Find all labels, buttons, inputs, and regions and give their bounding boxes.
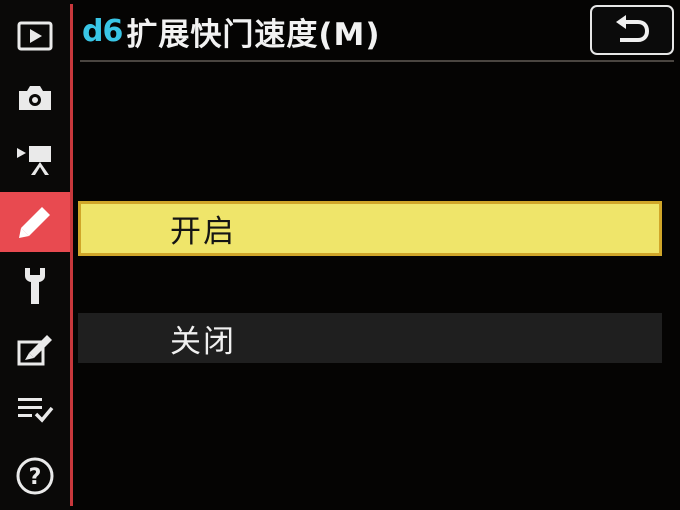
header-divider bbox=[80, 60, 674, 62]
camera-menu-screen: ? d6 扩展快门速度(M) 开启 关闭 bbox=[0, 0, 680, 510]
rail-item-retouch[interactable] bbox=[0, 320, 70, 380]
svg-text:?: ? bbox=[29, 465, 42, 490]
wrench-icon bbox=[25, 268, 45, 304]
menu-code: d6 bbox=[82, 13, 123, 49]
option-off[interactable]: 关闭 bbox=[78, 313, 662, 363]
menu-rail: ? bbox=[0, 0, 70, 510]
page-title: 扩展快门速度(M) bbox=[126, 16, 381, 53]
rail-item-playback[interactable] bbox=[0, 6, 70, 66]
rail-item-help[interactable]: ? bbox=[0, 446, 70, 506]
my-menu-icon bbox=[18, 398, 54, 423]
camera-icon bbox=[19, 86, 51, 110]
retouch-icon bbox=[17, 335, 52, 366]
back-button[interactable] bbox=[590, 5, 674, 55]
help-icon: ? bbox=[16, 457, 54, 495]
rail-item-setup[interactable] bbox=[0, 256, 70, 316]
rail-item-movie-shooting[interactable] bbox=[0, 130, 70, 190]
menu-header: d6 扩展快门速度(M) bbox=[82, 6, 582, 56]
movie-camera-icon bbox=[17, 146, 51, 175]
option-on[interactable]: 开启 bbox=[78, 201, 662, 256]
playback-icon bbox=[17, 21, 53, 51]
rail-item-my-menu[interactable] bbox=[0, 380, 70, 440]
rail-item-custom-settings[interactable] bbox=[0, 192, 70, 252]
pencil-icon bbox=[19, 207, 50, 238]
rail-item-photo-shooting[interactable] bbox=[0, 68, 70, 128]
return-arrow-icon bbox=[616, 15, 650, 42]
rail-divider bbox=[70, 4, 73, 506]
